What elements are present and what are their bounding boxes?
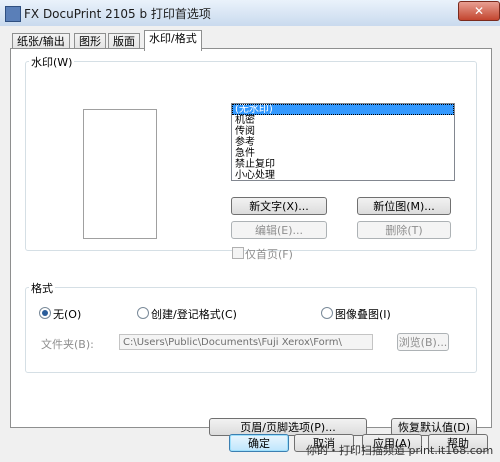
printing-preferences-dialog: 纸张/输出 图形 版面 水印/格式 水印(W) (无水印) 机密 传阅 参考 急… [0,26,500,462]
watermark-group-label: 水印(W) [29,54,75,70]
first-page-only-label: 仅首页(F) [245,248,293,261]
format-image-overlay-radio[interactable] [321,307,333,319]
close-button[interactable]: ✕ [458,1,500,21]
watermark-item-urgent[interactable]: 急件 [232,148,454,159]
folder-path-field[interactable]: C:\Users\Public\Documents\Fuji Xerox\For… [119,334,373,350]
folder-label: 文件夹(B): [41,338,94,351]
new-bitmap-button[interactable]: 新位图(M)... [357,197,451,215]
new-text-button[interactable]: 新文字(X)... [231,197,327,215]
format-group [25,287,477,373]
watermark-listbox[interactable]: (无水印) 机密 传阅 参考 急件 禁止复印 小心处理 [231,103,455,181]
watermark-preview [83,109,157,239]
tab-watermark-format[interactable]: 水印/格式 [144,30,202,51]
watermark-item-reference[interactable]: 参考 [232,137,454,148]
format-none-label: 无(O) [53,308,82,321]
edit-button[interactable]: 编辑(E)... [231,221,327,239]
format-none-radio[interactable] [39,307,51,319]
watermark-item-handle-with-care[interactable]: 小心处理 [232,170,454,180]
watermark-item-none[interactable]: (无水印) [232,104,454,115]
format-create-register-label: 创建/登记格式(C) [151,308,237,321]
tab-panel: 水印(W) (无水印) 机密 传阅 参考 急件 禁止复印 小心处理 新文字(X)… [10,48,492,436]
first-page-only-checkbox[interactable] [232,247,244,259]
format-group-label: 格式 [29,280,55,296]
format-create-register-radio[interactable] [137,307,149,319]
printer-app-icon [5,6,21,22]
watermark-item-confidential[interactable]: 机密 [232,115,454,126]
delete-button[interactable]: 删除(T) [357,221,451,239]
browse-button[interactable]: 浏览(B)... [397,333,449,351]
window-title: FX DocuPrint 2105 b 打印首选项 [24,7,211,21]
ok-button[interactable]: 确定 [229,434,289,452]
format-image-overlay-label: 图像叠图(I) [335,308,391,321]
watermark-item-no-copy[interactable]: 禁止复印 [232,159,454,170]
site-watermark-text: 你的・打印扫描频道 print.it168.com [306,444,494,457]
title-bar: FX DocuPrint 2105 b 打印首选项 ✕ [0,0,500,27]
watermark-item-circulate[interactable]: 传阅 [232,126,454,137]
